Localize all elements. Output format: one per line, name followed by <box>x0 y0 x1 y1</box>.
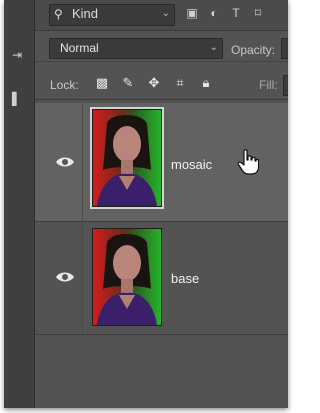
chevron-down-icon: ⌄ <box>209 42 218 53</box>
search-icon: ⚲ <box>54 7 63 21</box>
lock-artboard-icon[interactable]: ⌗ <box>172 76 188 92</box>
blend-row: Normal ⌄ Opacity: <box>35 33 288 62</box>
lock-transparent-pixels-icon[interactable]: ▩ <box>94 76 110 92</box>
layer-row-base[interactable]: base <box>35 222 288 335</box>
shape-filter-icon[interactable]: ⌑ <box>251 6 265 20</box>
layer-thumbnail[interactable] <box>90 107 164 209</box>
chevron-down-icon: ⌄ <box>161 8 170 19</box>
lock-position-icon[interactable]: ✥ <box>146 76 162 92</box>
visibility-column-divider <box>82 103 83 221</box>
layer-filter-row: ⚲ Kind ⌄ ▣ ◐ T ⌑ <box>35 0 288 31</box>
type-filter-icon[interactable]: T <box>229 6 243 20</box>
visibility-column-divider <box>82 222 83 334</box>
layer-thumbnail[interactable] <box>92 228 162 326</box>
opacity-input[interactable] <box>281 38 288 59</box>
hand-cursor-icon <box>237 149 259 175</box>
lock-all-icon[interactable]: 🔒︎ <box>198 76 214 92</box>
lock-label: Lock: <box>50 78 79 92</box>
layer-name[interactable]: base <box>171 271 199 286</box>
layer-name[interactable]: mosaic <box>171 157 212 172</box>
layers-panel-window: ⇥ ▌ ⚲ Kind ⌄ ▣ ◐ T ⌑ Normal ⌄ Opacity: L… <box>4 0 288 408</box>
fill-input[interactable] <box>283 75 288 96</box>
lock-row: Lock: ▩ ✎ ✥ ⌗ 🔒︎ Fill: <box>35 71 288 100</box>
eye-icon[interactable] <box>55 155 75 169</box>
layers-panel: ⚲ Kind ⌄ ▣ ◐ T ⌑ Normal ⌄ Opacity: Lock:… <box>35 0 288 408</box>
filter-kind-label: Kind <box>72 6 99 21</box>
panel-dock-icon[interactable]: ▌ <box>12 92 21 106</box>
fill-label: Fill: <box>259 78 278 92</box>
blend-mode-value: Normal <box>60 41 99 55</box>
eye-icon[interactable] <box>55 270 75 284</box>
lock-image-pixels-icon[interactable]: ✎ <box>120 76 136 92</box>
blend-mode-select[interactable]: Normal ⌄ <box>49 38 223 59</box>
opacity-label: Opacity: <box>231 43 276 57</box>
image-filter-icon[interactable]: ▣ <box>185 6 199 20</box>
panel-collapse-icon[interactable]: ⇥ <box>12 48 22 62</box>
layers-empty-area <box>35 335 288 408</box>
adjustment-filter-icon[interactable]: ◐ <box>207 6 221 20</box>
panel-dock-strip: ⇥ ▌ <box>4 0 35 408</box>
filter-kind-select[interactable]: ⚲ Kind ⌄ <box>49 4 175 26</box>
